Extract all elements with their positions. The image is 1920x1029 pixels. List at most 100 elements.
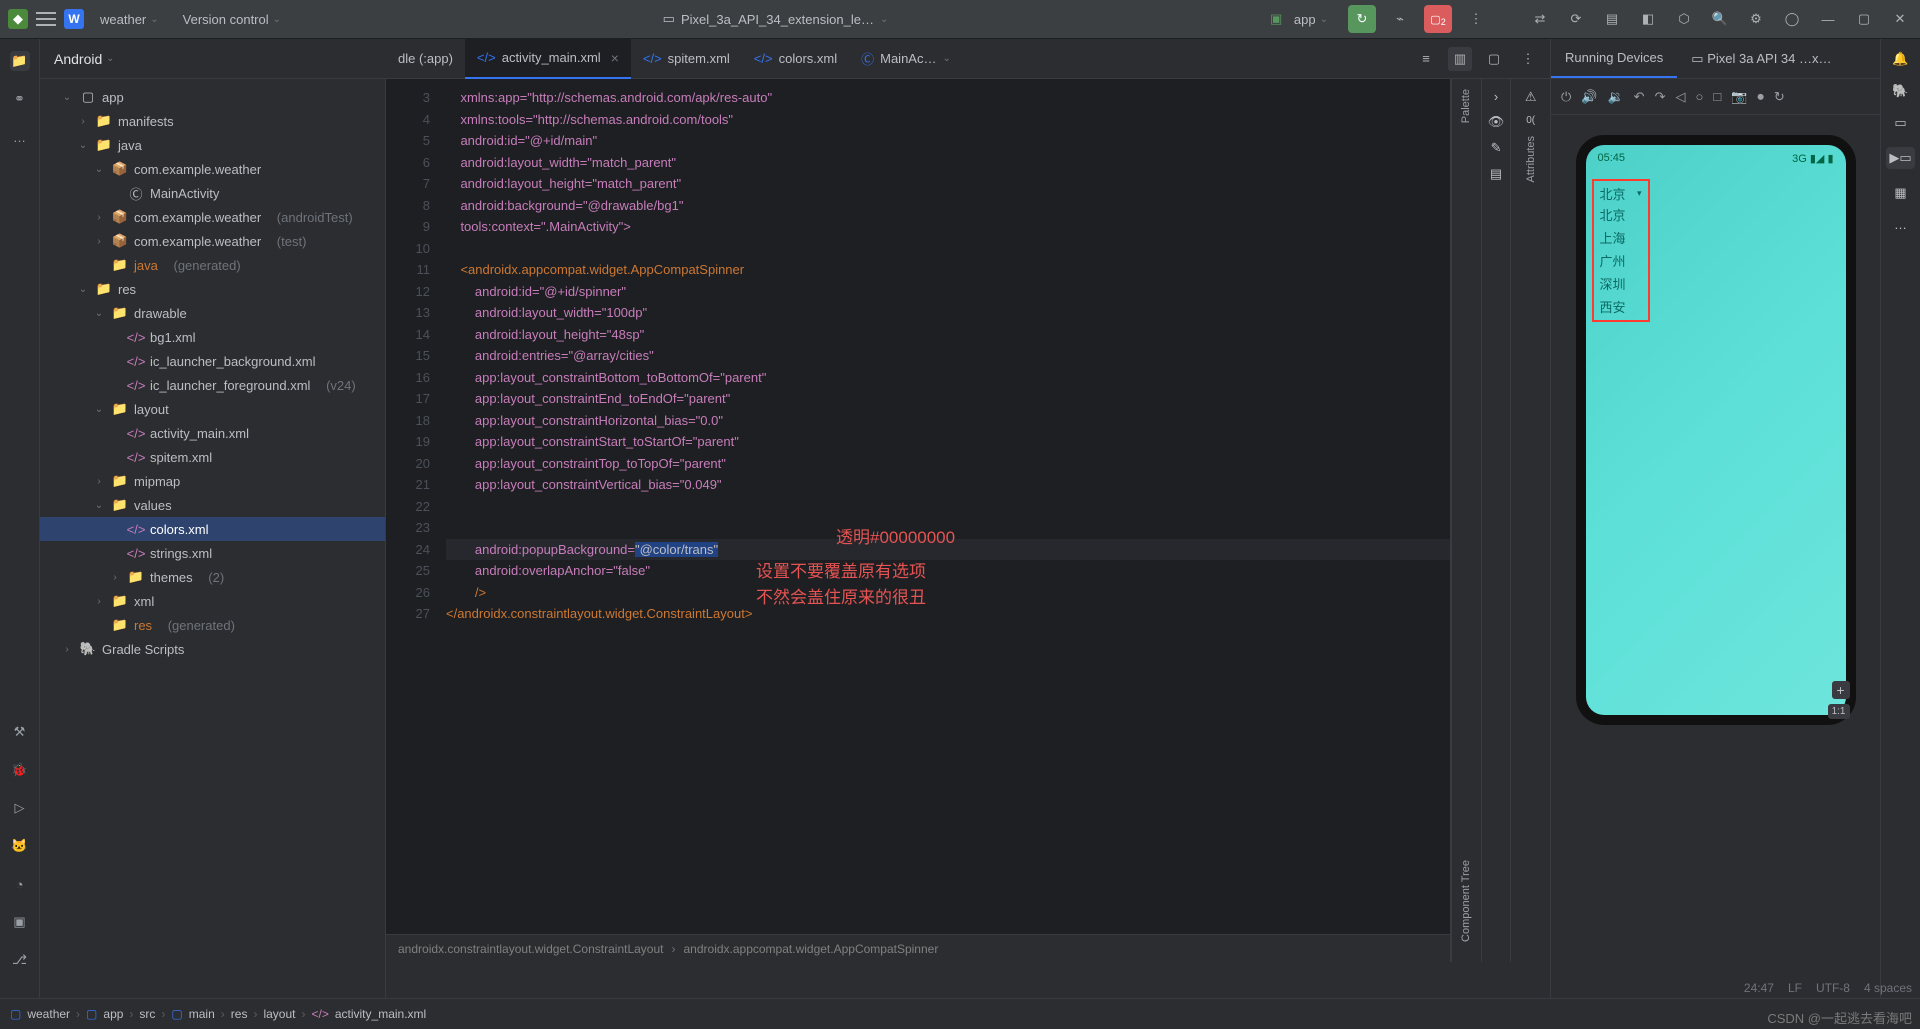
run-config-selector[interactable]: ▣ app⌄	[1262, 7, 1336, 31]
more-right-icon[interactable]: …	[1894, 217, 1907, 232]
project-panel-header[interactable]: Android ⌄	[40, 39, 386, 79]
tree-node-java-generated[interactable]: 📁java (generated)	[40, 253, 385, 277]
tree-node-gradle[interactable]: ›🐘Gradle Scripts	[40, 637, 385, 661]
nav-item[interactable]: layout	[263, 1007, 295, 1021]
palette-label[interactable]: Palette	[1460, 89, 1472, 123]
tree-node-xml[interactable]: ›📁xml	[40, 589, 385, 613]
terminal-icon[interactable]: ▣	[10, 912, 30, 932]
tab-gradle[interactable]: dle (:app)	[386, 39, 465, 79]
project-tool-icon[interactable]: 📁	[10, 51, 30, 71]
layers-icon[interactable]: ▤	[1490, 166, 1502, 182]
warning-icon[interactable]: ⚠	[1525, 89, 1537, 105]
more-tool-icon[interactable]: …	[10, 127, 30, 147]
settings-icon[interactable]: ⚙	[1744, 7, 1768, 31]
layout-inspector-icon[interactable]: ▦	[1894, 185, 1906, 201]
view-mode-design-icon[interactable]: ▢	[1482, 47, 1506, 71]
spinner-dropdown[interactable]: 北京 上海 广州 深圳 西安	[1596, 203, 1646, 318]
device-selector[interactable]: ▭ Pixel_3a_API_34_extension_le… ⌄	[663, 11, 889, 27]
tree-node-values[interactable]: ⌄📁values	[40, 493, 385, 517]
rotate-left-icon[interactable]: ↶	[1634, 89, 1645, 105]
home-icon[interactable]: ○	[1695, 89, 1703, 104]
spinner-item[interactable]: 西安	[1596, 295, 1646, 318]
main-menu-icon[interactable]	[36, 12, 56, 26]
spinner-item[interactable]: 北京	[1596, 203, 1646, 226]
overview-icon[interactable]: □	[1713, 89, 1721, 104]
profiler-icon[interactable]: ◔	[10, 874, 30, 894]
info-icon[interactable]: 0(	[1526, 115, 1535, 126]
nav-item[interactable]: src	[139, 1007, 155, 1021]
emulator-screen[interactable]: 05:45 3G ▮◢ ▮ 北京▾ 北京 上海 广州 深圳 西安	[1586, 145, 1846, 715]
gradle-tool-icon[interactable]: 🐘	[1892, 83, 1908, 99]
tree-node-res[interactable]: ⌄📁res	[40, 277, 385, 301]
view-mode-code-icon[interactable]: ≡	[1414, 47, 1438, 71]
tree-node-java[interactable]: ⌄📁java	[40, 133, 385, 157]
account-icon[interactable]: ◯	[1780, 7, 1804, 31]
avd-icon[interactable]: ◧	[1636, 7, 1660, 31]
screenshot-icon[interactable]: 📷	[1731, 89, 1747, 105]
tree-node-mipmap[interactable]: ›📁mipmap	[40, 469, 385, 493]
search-icon[interactable]: 🔍	[1708, 7, 1732, 31]
project-selector[interactable]: weather⌄	[92, 8, 167, 31]
power-icon[interactable]: ⏻	[1561, 89, 1571, 105]
play-tool-icon[interactable]: ▷	[10, 798, 30, 818]
volume-down-icon[interactable]: 🔉	[1607, 89, 1623, 105]
editor-more-icon[interactable]: ⋮	[1516, 47, 1540, 71]
more-icon[interactable]: ⋮	[1464, 7, 1488, 31]
breadcrumb-item[interactable]: androidx.appcompat.widget.AppCompatSpinn…	[684, 942, 939, 956]
spinner-item[interactable]: 上海	[1596, 226, 1646, 249]
component-tree-label[interactable]: Component Tree	[1460, 860, 1472, 942]
tree-file-colors[interactable]: </>colors.xml	[40, 517, 385, 541]
breadcrumb-item[interactable]: androidx.constraintlayout.widget.Constra…	[398, 942, 664, 956]
tree-node-layout[interactable]: ⌄📁layout	[40, 397, 385, 421]
device-instance-tab[interactable]: ▭ Pixel 3a API 34 …x…	[1677, 39, 1845, 78]
tool1-icon[interactable]: ⚒	[10, 722, 30, 742]
tab-activity-main[interactable]: </>activity_main.xml×	[465, 39, 631, 79]
tab-mainactivity[interactable]: ⒸMainAc…⌄	[849, 39, 963, 79]
spinner-widget[interactable]: 北京▾	[1596, 183, 1646, 203]
build-icon[interactable]: ▤	[1600, 7, 1624, 31]
git-icon[interactable]: ⎇	[10, 950, 30, 970]
zoom-level[interactable]: 1:1	[1828, 704, 1850, 719]
tree-file-launcher-fg[interactable]: </>ic_launcher_foreground.xml (v24)	[40, 373, 385, 397]
attributes-label[interactable]: Attributes	[1525, 136, 1537, 182]
indent-settings[interactable]: 4 spaces	[1864, 981, 1912, 995]
tree-file-spitem[interactable]: </>spitem.xml	[40, 445, 385, 469]
nav-item[interactable]: res	[231, 1007, 248, 1021]
record-icon[interactable]: ⏺	[1757, 89, 1764, 105]
tree-file-strings[interactable]: </>strings.xml	[40, 541, 385, 565]
tree-node-manifests[interactable]: ›📁manifests	[40, 109, 385, 133]
wand-icon[interactable]: ✎	[1491, 140, 1502, 156]
file-encoding[interactable]: UTF-8	[1816, 981, 1850, 995]
line-separator[interactable]: LF	[1788, 981, 1802, 995]
nav-item[interactable]: activity_main.xml	[335, 1007, 426, 1021]
structure-tool-icon[interactable]: ⚭	[10, 89, 30, 109]
code-icon[interactable]: ⇄	[1528, 7, 1552, 31]
logcat-icon[interactable]: 🐱	[10, 836, 30, 856]
spinner-item[interactable]: 深圳	[1596, 272, 1646, 295]
tree-node-package-test[interactable]: ›📦com.example.weather (test)	[40, 229, 385, 253]
vcs-selector[interactable]: Version control⌄	[175, 8, 289, 31]
bug-icon[interactable]: 🐞	[10, 760, 30, 780]
tree-node-package[interactable]: ⌄📦com.example.weather	[40, 157, 385, 181]
sync-icon[interactable]: ⟳	[1564, 7, 1588, 31]
nav-item[interactable]: main	[189, 1007, 215, 1021]
code-editor[interactable]: ✓ xmlns:app="http://schemas.android.com/…	[446, 79, 1550, 934]
tree-file-launcher-bg[interactable]: </>ic_launcher_background.xml	[40, 349, 385, 373]
tree-node-app[interactable]: ⌄▢app	[40, 85, 385, 109]
maximize-icon[interactable]: ▢	[1852, 7, 1876, 31]
zoom-in-button[interactable]: +	[1832, 681, 1850, 699]
tree-node-drawable[interactable]: ⌄📁drawable	[40, 301, 385, 325]
minimize-icon[interactable]: —	[1816, 7, 1840, 31]
tab-spitem[interactable]: </>spitem.xml	[631, 39, 742, 79]
nav-item[interactable]: app	[103, 1007, 123, 1021]
tree-node-mainactivity[interactable]: ⒸMainActivity	[40, 181, 385, 205]
expand-icon[interactable]: ›	[1494, 89, 1498, 104]
tree-file-activity-main[interactable]: </>activity_main.xml	[40, 421, 385, 445]
tree-file-bg1[interactable]: </>bg1.xml	[40, 325, 385, 349]
tab-close-icon[interactable]: ×	[611, 50, 619, 66]
back-icon[interactable]: ◁	[1675, 89, 1685, 105]
rotate-right-icon[interactable]: ↷	[1655, 89, 1666, 105]
nav-item[interactable]: weather	[27, 1007, 70, 1021]
tree-node-package-androidtest[interactable]: ›📦com.example.weather (androidTest)	[40, 205, 385, 229]
tree-node-res-generated[interactable]: 📁res (generated)	[40, 613, 385, 637]
